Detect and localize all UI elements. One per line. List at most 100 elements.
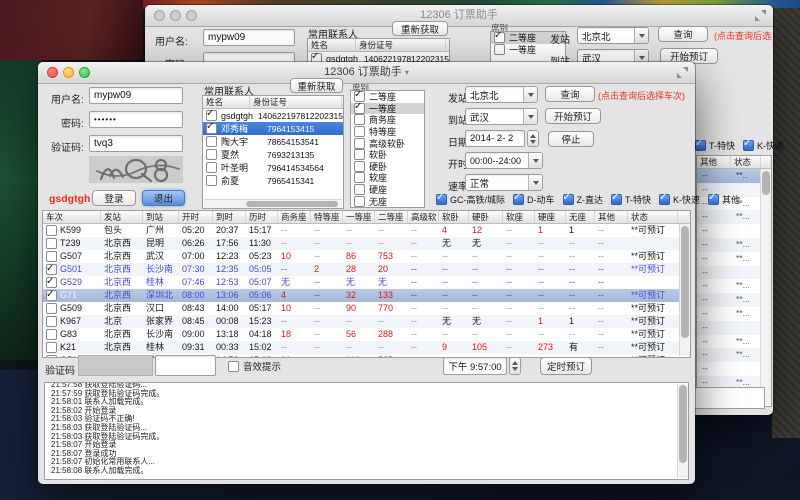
seat-row[interactable]: 特等座 bbox=[351, 126, 424, 138]
contact-row[interactable]: 邓秀梅7964153415 bbox=[203, 122, 343, 135]
train-row[interactable]: K967北京张家界08:4500:0815:23----------无无--11… bbox=[43, 315, 690, 328]
train-checkbox[interactable] bbox=[46, 264, 57, 275]
chevron-down-icon[interactable] bbox=[528, 175, 542, 190]
password-input[interactable]: •••••• bbox=[89, 111, 183, 128]
train-checkbox[interactable] bbox=[46, 251, 57, 262]
seat-row[interactable]: 硬座 bbox=[351, 184, 424, 196]
query-button[interactable]: 查询 bbox=[545, 86, 595, 102]
quit-button[interactable]: 退出 bbox=[142, 190, 185, 206]
bg-titlebar[interactable]: 12306 订票助手 bbox=[145, 5, 773, 27]
train-type-filter[interactable]: GC-高铁/城际 bbox=[436, 193, 505, 206]
front-titlebar[interactable]: 12306 订票助手 ▾ bbox=[38, 62, 695, 84]
sound-alert-checkbox[interactable] bbox=[228, 361, 239, 372]
contact-checkbox[interactable] bbox=[206, 136, 217, 147]
stop-button[interactable]: 停止 bbox=[548, 131, 594, 147]
train-type-filter[interactable]: T-特快 bbox=[611, 193, 651, 206]
captcha-image[interactable] bbox=[89, 156, 183, 183]
bg-username-input[interactable]: mypw09 bbox=[203, 29, 295, 46]
seat-row[interactable]: 硬卧 bbox=[351, 161, 424, 173]
train-row[interactable]: G509北京西汉口08:4314:0005:1710--90770-------… bbox=[43, 302, 690, 315]
contact-row[interactable]: 陶大宇78654153541 bbox=[203, 135, 343, 148]
bg-seat-checkbox[interactable] bbox=[494, 32, 505, 43]
contact-checkbox[interactable] bbox=[206, 175, 217, 186]
bg-query-button[interactable]: 查询 bbox=[658, 26, 708, 42]
bottom-captcha-image[interactable] bbox=[78, 355, 153, 376]
checkbox-icon[interactable] bbox=[436, 194, 447, 205]
train-checkbox[interactable] bbox=[46, 342, 57, 353]
train-row[interactable]: G529北京西桂林07:4612:5305:07无--无无-----------… bbox=[43, 276, 690, 289]
seat-row[interactable]: 商务座 bbox=[351, 114, 424, 126]
train-checkbox[interactable] bbox=[46, 277, 57, 288]
checkbox-icon[interactable] bbox=[513, 194, 524, 205]
seat-checkbox[interactable] bbox=[354, 149, 365, 160]
chevron-down-icon[interactable] bbox=[523, 109, 537, 124]
sound-alert-option[interactable]: 音效提示 bbox=[228, 359, 281, 373]
scrollbar-thumb[interactable] bbox=[679, 385, 687, 463]
fullscreen-icon[interactable] bbox=[677, 67, 688, 78]
seat-checkbox[interactable] bbox=[354, 138, 365, 149]
train-row[interactable]: G507北京西武汉07:0012:2305:2310--86753-------… bbox=[43, 250, 690, 263]
bg-refresh-button[interactable]: 重新获取 bbox=[392, 21, 448, 36]
seat-checkbox[interactable] bbox=[354, 126, 365, 137]
timed-booking-button[interactable]: 定时预订 bbox=[540, 357, 592, 375]
train-table-scrollbar[interactable] bbox=[679, 224, 690, 356]
train-row[interactable]: G501北京西长沙南07:3012:3505:05--22820--------… bbox=[43, 263, 690, 276]
checkbox-icon[interactable] bbox=[611, 194, 622, 205]
chevron-down-icon[interactable] bbox=[634, 28, 648, 43]
checkbox-icon[interactable] bbox=[659, 194, 670, 205]
train-row[interactable]: K599包头广州05:2020:3715:17----------412--11… bbox=[43, 224, 690, 237]
train-row[interactable]: K21北京西桂林09:3100:3315:02----------9105--2… bbox=[43, 341, 690, 354]
bg-seat-checkbox[interactable] bbox=[494, 44, 505, 55]
train-row[interactable]: G83北京西长沙南09:0013:1804:1818--56288-------… bbox=[43, 328, 690, 341]
seat-checkbox[interactable] bbox=[354, 114, 365, 125]
train-table[interactable]: 车次发站到站开时到时历时商务座特等座一等座二等座高级软卧软卧硬卧软座硬座无座其他… bbox=[42, 210, 691, 358]
train-type-filter[interactable]: K-快速 bbox=[659, 193, 700, 206]
contact-row[interactable]: gsdgtgh140622197812202315 bbox=[203, 109, 343, 122]
train-checkbox[interactable] bbox=[46, 355, 57, 358]
bottom-captcha-input[interactable] bbox=[155, 355, 216, 376]
contacts-table[interactable]: 姓名 身份证号 gsdgtgh140622197812202315邓秀梅7964… bbox=[202, 95, 344, 209]
train-checkbox[interactable] bbox=[46, 329, 57, 340]
username-input[interactable]: mypw09 bbox=[89, 87, 183, 104]
bg-filter-k[interactable]: K-快速 bbox=[743, 139, 784, 152]
scrollbar-thumb[interactable] bbox=[246, 201, 338, 207]
contacts-h-scrollbar[interactable] bbox=[204, 199, 342, 208]
seat-row[interactable]: 无座 bbox=[351, 195, 424, 207]
train-checkbox[interactable] bbox=[46, 238, 57, 249]
contact-row[interactable]: 夏然7693213135 bbox=[203, 148, 343, 161]
train-row[interactable]: G71北京西深圳北08:0013:0605:064--32133--------… bbox=[43, 289, 690, 302]
train-type-filter[interactable]: Z-直达 bbox=[563, 193, 604, 206]
train-checkbox[interactable] bbox=[46, 225, 57, 236]
checkbox-icon[interactable] bbox=[708, 194, 719, 205]
to-select[interactable]: 武汉 bbox=[465, 108, 538, 125]
chevron-down-icon[interactable] bbox=[523, 87, 537, 102]
rate-select[interactable]: 正常 bbox=[465, 174, 543, 191]
scrollbar-thumb[interactable] bbox=[762, 171, 770, 195]
start-booking-button[interactable]: 开始预订 bbox=[545, 108, 601, 124]
contact-checkbox[interactable] bbox=[206, 110, 217, 121]
contact-checkbox[interactable] bbox=[206, 162, 217, 173]
checkbox-icon[interactable] bbox=[743, 140, 754, 151]
train-checkbox[interactable] bbox=[46, 316, 57, 327]
chevron-down-icon[interactable] bbox=[528, 153, 542, 168]
contact-checkbox[interactable] bbox=[206, 123, 217, 134]
log-scrollbar[interactable] bbox=[677, 384, 688, 478]
login-button[interactable]: 登录 bbox=[92, 190, 136, 206]
seat-checkbox[interactable] bbox=[354, 184, 365, 195]
timer-time-input[interactable]: 下午 9:57:00 bbox=[443, 357, 507, 375]
date-stepper[interactable] bbox=[527, 130, 539, 147]
scrollbar-thumb[interactable] bbox=[681, 226, 689, 338]
captcha-input[interactable]: tvq3 bbox=[89, 135, 183, 152]
seat-list[interactable]: 二等座一等座商务座特等座高级软卧软卧硬卧软座硬座无座 bbox=[350, 90, 425, 208]
front-window[interactable]: 12306 订票助手 ▾ 用户名: mypw09 密码: •••••• 验证码:… bbox=[38, 62, 695, 484]
contact-row[interactable]: 俞夏7965415341 bbox=[203, 174, 343, 187]
seat-row[interactable]: 软卧 bbox=[351, 149, 424, 161]
seat-checkbox[interactable] bbox=[354, 196, 365, 207]
train-checkbox[interactable] bbox=[46, 290, 57, 301]
train-type-filter[interactable]: D-动车 bbox=[513, 193, 555, 206]
train-type-filter[interactable]: 其他 bbox=[708, 193, 740, 206]
depart-time-select[interactable]: 00:00--24:00 bbox=[465, 152, 543, 169]
bg-table-scrollbar[interactable] bbox=[760, 169, 771, 405]
seat-checkbox[interactable] bbox=[354, 161, 365, 172]
seat-checkbox[interactable] bbox=[354, 103, 365, 114]
